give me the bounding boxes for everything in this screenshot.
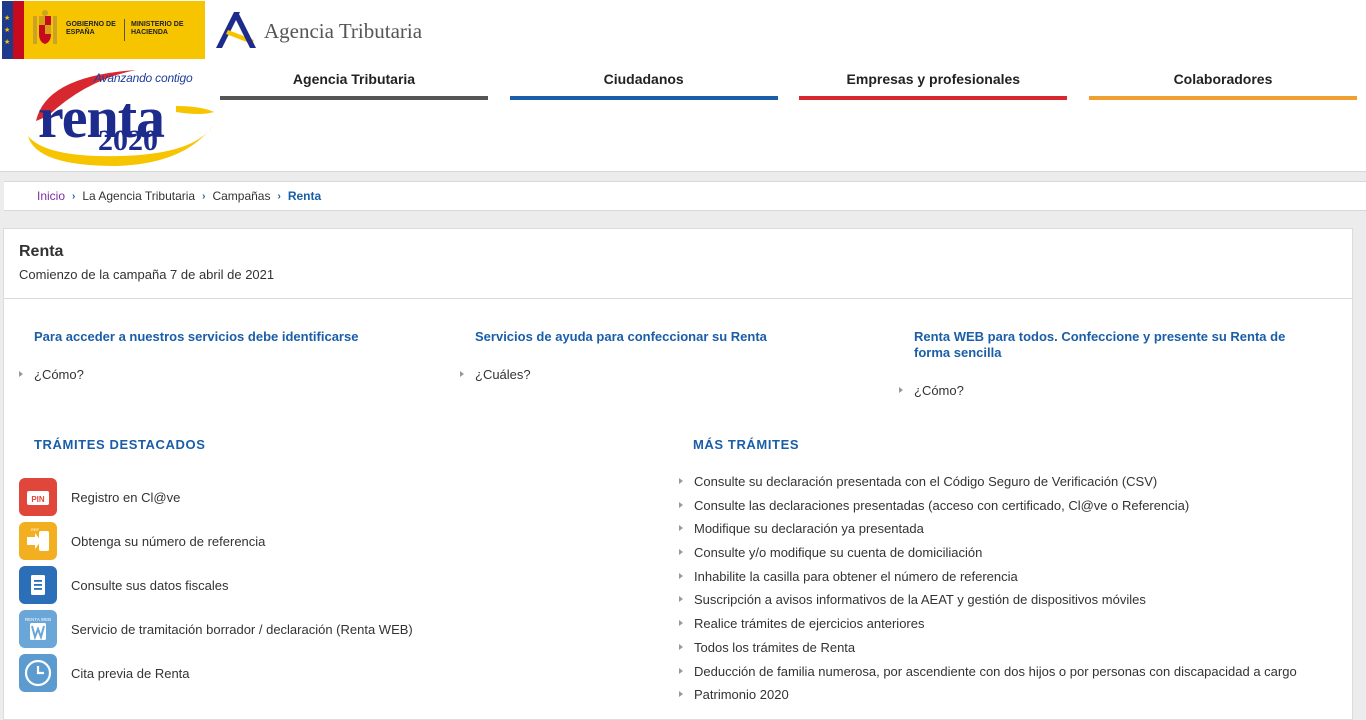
divider <box>124 19 125 41</box>
info-title-servicios-ayuda[interactable]: Servicios de ayuda para confeccionar su … <box>475 329 875 345</box>
more-item-familia-numerosa[interactable]: Deducción de familia numerosa, por ascen… <box>679 664 1297 688</box>
nav-empresas-profesionales[interactable]: Empresas y profesionales <box>799 64 1068 100</box>
featured-label: Consulte sus datos fiscales <box>71 577 229 593</box>
featured-item-renta-web[interactable]: RENTA WEB Servicio de tramitación borrad… <box>19 607 413 651</box>
more-section-title: MÁS TRÁMITES <box>693 437 800 452</box>
renta-web-icon-text: RENTA WEB <box>25 617 51 622</box>
info-block-renta-web: Renta WEB para todos. Confeccione y pres… <box>899 329 1324 398</box>
eu-flag-icon: ★ ★ ★ <box>2 1 24 59</box>
breadcrumb-separator-icon: › <box>72 190 76 202</box>
main-content: Renta Comienzo de la campaña 7 de abril … <box>3 228 1353 720</box>
site-header: ★ ★ ★ GOBIERNO DE ESPAÑA MINISTERIO DE H… <box>0 0 1366 172</box>
document-icon <box>19 566 57 604</box>
link-cuales-servicios[interactable]: ¿Cuáles? <box>460 367 875 382</box>
main-navigation: Agencia Tributaria Ciudadanos Empresas y… <box>220 64 1357 104</box>
mobile-reference-icon: REF <box>19 522 57 560</box>
more-item-ejercicios-anteriores[interactable]: Realice trámites de ejercicios anteriore… <box>679 616 1297 640</box>
more-item-avisos-informativos[interactable]: Suscripción a avisos informativos de la … <box>679 592 1297 616</box>
featured-label: Cita previa de Renta <box>71 665 190 681</box>
page-title: Renta <box>19 243 64 260</box>
breadcrumb: Inicio › La Agencia Tributaria › Campaña… <box>4 181 1366 211</box>
campaign-tagline: Avanzando contigo <box>94 71 193 85</box>
ref-icon-text: REF <box>31 527 40 532</box>
featured-label: Servicio de tramitación borrador / decla… <box>71 621 413 637</box>
pin-icon-text: PIN <box>31 495 45 504</box>
featured-section-title: TRÁMITES DESTACADOS <box>34 437 206 452</box>
campaign-year: 2020 <box>98 124 158 157</box>
clock-icon <box>19 654 57 692</box>
more-item-inhabilite-casilla[interactable]: Inhabilite la casilla para obtener el nú… <box>679 569 1297 593</box>
pin-icon: PIN <box>19 478 57 516</box>
featured-label: Obtenga su número de referencia <box>71 533 266 549</box>
breadcrumb-separator-icon: › <box>202 190 206 202</box>
breadcrumb-separator-icon: › <box>277 190 281 202</box>
nav-ciudadanos[interactable]: Ciudadanos <box>509 64 778 100</box>
featured-item-datos-fiscales[interactable]: Consulte sus datos fiscales <box>19 563 413 607</box>
breadcrumb-campanas[interactable]: Campañas <box>212 189 270 203</box>
info-block-servicios-ayuda: Servicios de ayuda para confeccionar su … <box>460 329 875 382</box>
link-como-renta-web[interactable]: ¿Cómo? <box>899 383 1324 398</box>
nav-colaboradores[interactable]: Colaboradores <box>1088 64 1357 100</box>
featured-item-cita-previa[interactable]: Cita previa de Renta <box>19 651 413 695</box>
breadcrumb-current-renta: Renta <box>287 189 322 203</box>
info-title-identificarse[interactable]: Para acceder a nuestros servicios debe i… <box>34 329 434 345</box>
nav-agencia-tributaria[interactable]: Agencia Tributaria <box>220 64 488 100</box>
agencia-tributaria-logo[interactable]: Agencia Tributaria <box>214 8 422 52</box>
breadcrumb-inicio[interactable]: Inicio <box>37 189 65 203</box>
more-item-csv[interactable]: Consulte su declaración presentada con e… <box>679 474 1297 498</box>
info-title-renta-web[interactable]: Renta WEB para todos. Confeccione y pres… <box>914 329 1324 361</box>
aeat-emblem-icon <box>216 12 256 48</box>
breadcrumb-agencia-tributaria[interactable]: La Agencia Tributaria <box>82 189 195 203</box>
more-item-todos-tramites[interactable]: Todos los trámites de Renta <box>679 640 1297 664</box>
coat-of-arms-icon <box>24 1 66 59</box>
featured-label: Registro en Cl@ve <box>71 489 181 505</box>
info-block-identificarse: Para acceder a nuestros servicios debe i… <box>19 329 434 382</box>
more-list: Consulte su declaración presentada con e… <box>679 474 1297 711</box>
featured-list: PIN Registro en Cl@ve REF Obtenga su núm… <box>19 475 413 695</box>
gobierno-espana-logo[interactable]: ★ ★ ★ GOBIERNO DE ESPAÑA MINISTERIO DE H… <box>2 1 205 59</box>
gov-text-2: MINISTERIO DE HACIENDA <box>131 21 184 36</box>
more-item-modifique-declaracion[interactable]: Modifique su declaración ya presentada <box>679 521 1297 545</box>
renta-2020-logo[interactable]: Avanzando contigo renta 2020 <box>26 66 216 170</box>
page-subtitle: Comienzo de la campaña 7 de abril de 202… <box>19 267 275 282</box>
more-item-patrimonio[interactable]: Patrimonio 2020 <box>679 687 1297 711</box>
renta-web-icon: RENTA WEB <box>19 610 57 648</box>
more-item-declaraciones-presentadas[interactable]: Consulte las declaraciones presentadas (… <box>679 498 1297 522</box>
featured-item-numero-referencia[interactable]: REF Obtenga su número de referencia <box>19 519 413 563</box>
link-como-identificarse[interactable]: ¿Cómo? <box>19 367 434 382</box>
agency-name: Agencia Tributaria <box>264 18 423 43</box>
page-header: Renta Comienzo de la campaña 7 de abril … <box>4 229 1352 299</box>
more-item-cuenta-domiciliacion[interactable]: Consulte y/o modifique su cuenta de domi… <box>679 545 1297 569</box>
gov-text-1: GOBIERNO DE ESPAÑA <box>66 21 116 36</box>
featured-item-registro-clave[interactable]: PIN Registro en Cl@ve <box>19 475 413 519</box>
